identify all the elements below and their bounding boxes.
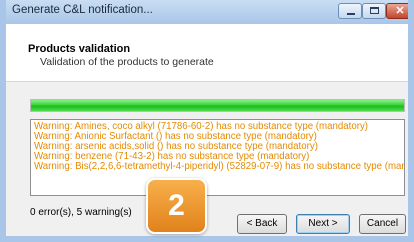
back-button[interactable]: < Back: [237, 214, 287, 234]
wizard-window: Generate C&L notification... ✕ Products …: [0, 0, 414, 242]
validation-progress-bar: [30, 99, 405, 112]
minimize-button[interactable]: [338, 3, 362, 19]
next-button[interactable]: Next >: [296, 214, 350, 234]
wizard-body: Products validation Validation of the pr…: [6, 24, 408, 236]
wizard-header: Products validation Validation of the pr…: [6, 24, 408, 82]
validation-log[interactable]: Warning: Amines, coco alkyl (71786-60-2)…: [30, 119, 405, 196]
maximize-button[interactable]: [362, 3, 386, 19]
page-title: Products validation: [28, 43, 131, 55]
cancel-button[interactable]: Cancel: [359, 214, 406, 234]
close-icon: ✕: [395, 5, 405, 17]
title-bar[interactable]: Generate C&L notification... ✕: [6, 0, 408, 24]
log-line: Warning: Bis(2,2,6,6-tetramethyl-4-piper…: [34, 161, 405, 172]
progress-fill: [31, 100, 404, 111]
step-number-badge: 2: [146, 178, 207, 234]
page-subtitle: Validation of the products to generate: [40, 56, 214, 68]
window-title: Generate C&L notification...: [12, 4, 153, 16]
minimize-icon: [347, 13, 355, 15]
close-button[interactable]: ✕: [386, 3, 408, 19]
validation-summary: 0 error(s), 5 warning(s): [30, 207, 132, 218]
maximize-icon: [370, 7, 379, 14]
